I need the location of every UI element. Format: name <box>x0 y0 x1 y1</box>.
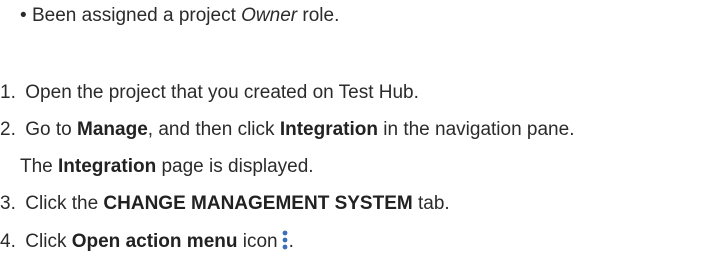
prerequisite-item: • Been assigned a project Owner role. <box>20 4 339 28</box>
step-3: 3. Click the CHANGE MANAGEMENT SYSTEM ta… <box>0 192 450 216</box>
step-text: Click <box>25 231 72 252</box>
step-number: 1. <box>0 82 16 103</box>
step-text: tab. <box>412 193 450 214</box>
step-text: Open the project that you created on Tes… <box>25 82 419 103</box>
step-text: icon <box>237 231 278 252</box>
change-management-tab-term: CHANGE MANAGEMENT SYSTEM <box>103 193 413 214</box>
result-text: The <box>20 156 59 177</box>
step-number: 2. <box>0 119 16 140</box>
more-vertical-icon <box>281 230 289 250</box>
owner-role: Owner <box>241 5 298 26</box>
open-action-menu-term: Open action menu <box>71 231 238 252</box>
step-number: 3. <box>0 193 16 214</box>
step-number: 4. <box>0 231 16 252</box>
step-text: , and then click <box>147 119 280 140</box>
integration-page-term: Integration <box>58 156 157 177</box>
result-text: page is displayed. <box>156 156 314 177</box>
step-text: in the navigation pane. <box>377 119 575 140</box>
step-1: 1. Open the project that you created on … <box>0 81 419 105</box>
step-text: Go to <box>25 119 78 140</box>
integration-term: Integration <box>279 119 378 140</box>
step-2: 2. Go to Manage, and then click Integrat… <box>0 118 574 142</box>
bullet: • <box>20 5 27 26</box>
step-2-result: The Integration page is displayed. <box>20 155 314 179</box>
step-4: 4. Click Open action menu icon. <box>0 230 294 254</box>
prerequisite-text: Been assigned a project <box>32 5 242 26</box>
step-text-end: . <box>288 231 294 252</box>
step-text: Click the <box>25 193 104 214</box>
prerequisite-text-end: role. <box>297 5 340 26</box>
manage-term: Manage <box>77 119 148 140</box>
